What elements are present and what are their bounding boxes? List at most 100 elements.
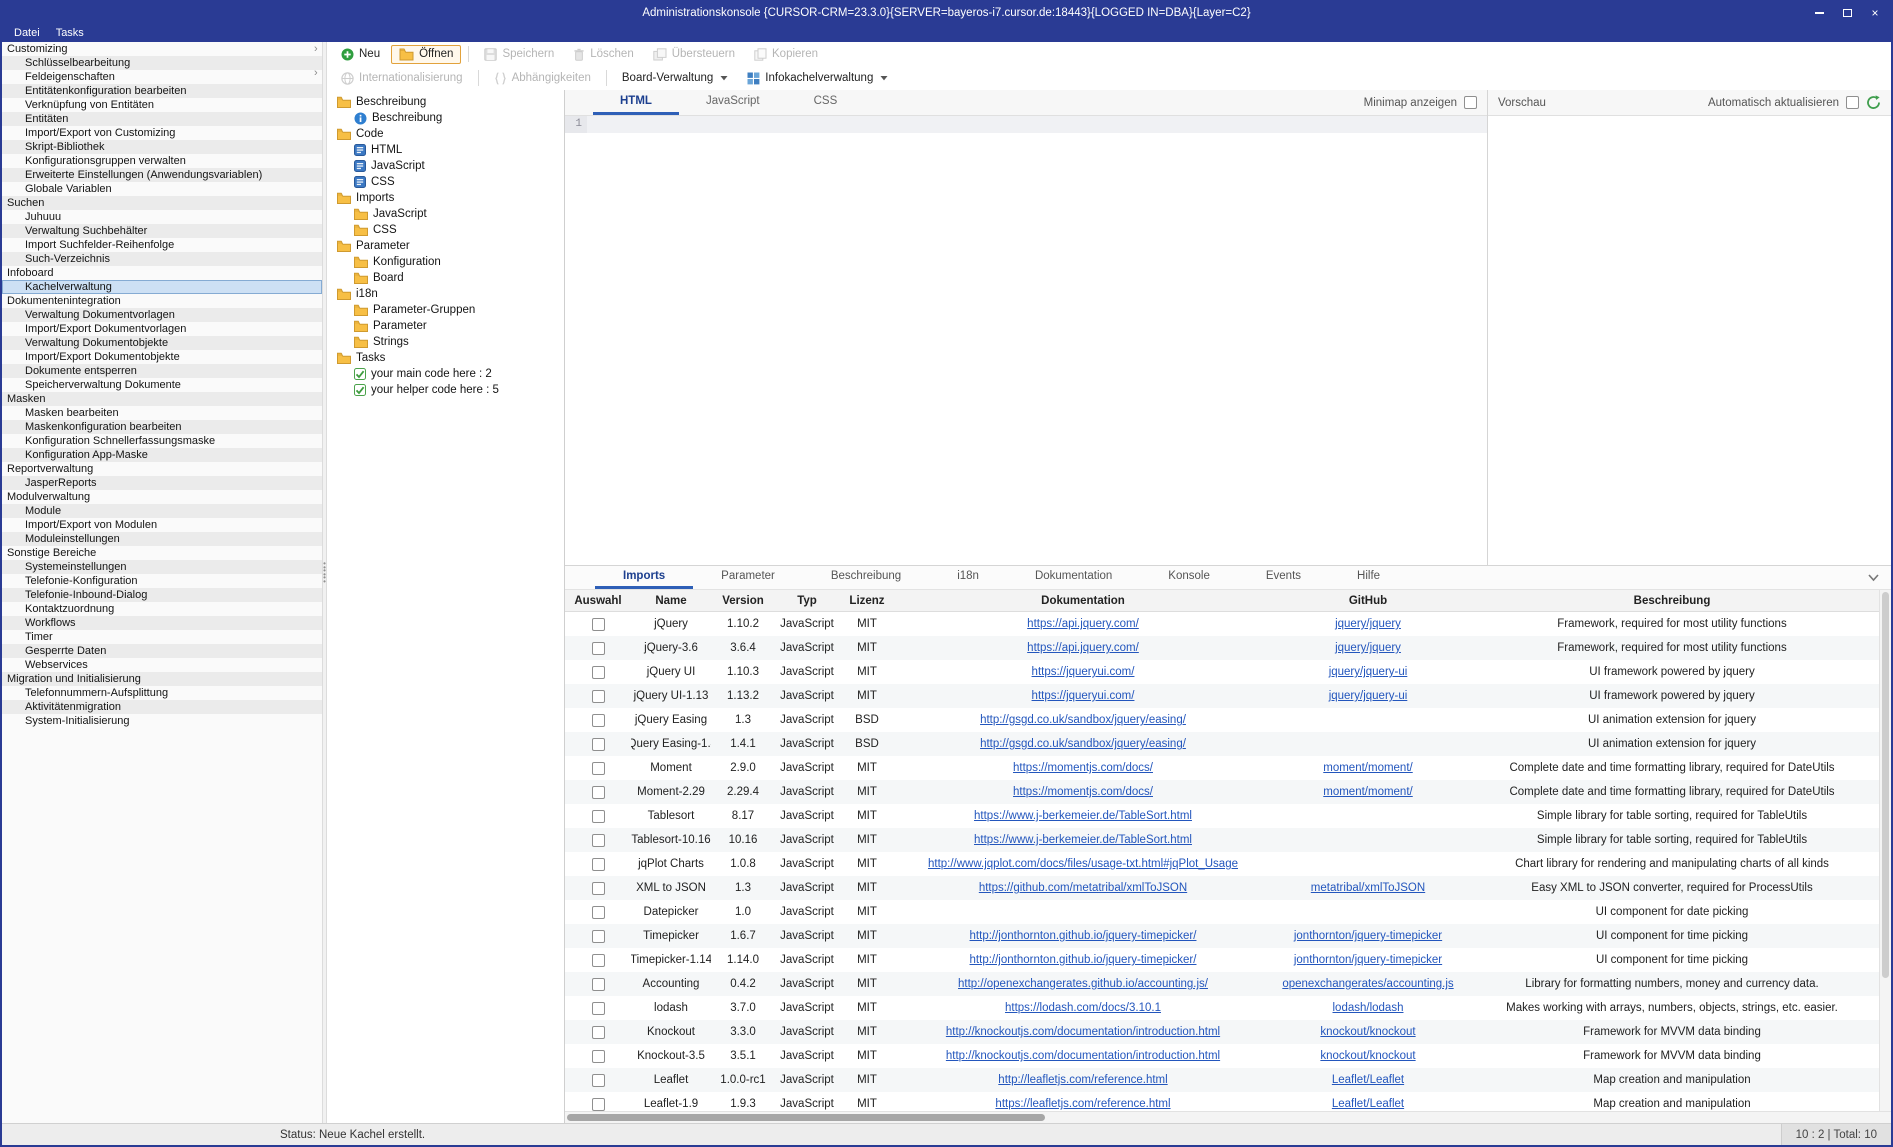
doc-link[interactable]: https://api.jquery.com/: [1027, 642, 1139, 654]
doc-link[interactable]: http://knockoutjs.com/documentation/intr…: [946, 1026, 1220, 1038]
sidebar-item-webservices[interactable]: Webservices: [2, 658, 322, 672]
column-header-dokumentation[interactable]: Dokumentation: [895, 590, 1271, 611]
refresh-icon[interactable]: [1866, 95, 1881, 110]
row-checkbox[interactable]: [592, 1002, 605, 1015]
tree-item-board[interactable]: Board: [327, 270, 564, 286]
tree-item-javascript[interactable]: JavaScript: [327, 158, 564, 174]
github-link[interactable]: knockout/knockout: [1320, 1050, 1415, 1062]
auto-refresh-checkbox[interactable]: [1846, 96, 1859, 109]
tree-item-your-helper-code-here-5[interactable]: your helper code here : 5: [327, 382, 564, 398]
sidebar-item-telefonie-konfiguration[interactable]: Telefonie-Konfiguration: [2, 574, 322, 588]
github-link[interactable]: jquery/jquery-ui: [1329, 690, 1408, 702]
row-checkbox[interactable]: [592, 954, 605, 967]
chevron-right-icon[interactable]: ›: [314, 44, 318, 55]
sidebar-item-feldeigenschaften[interactable]: Feldeigenschaften: [2, 70, 322, 84]
sidebar-item-moduleinstellungen[interactable]: Moduleinstellungen: [2, 532, 322, 546]
sidebar-item-import-export-von-customizing[interactable]: Import/Export von Customizing: [2, 126, 322, 140]
sidebar-item-import-export-dokumentvorlagen[interactable]: Import/Export Dokumentvorlagen: [2, 322, 322, 336]
doc-link[interactable]: https://jqueryui.com/: [1032, 690, 1135, 702]
tree-item-konfiguration[interactable]: Konfiguration: [327, 254, 564, 270]
tree-item-beschreibung[interactable]: Beschreibung: [327, 110, 564, 126]
table-horizontal-scrollbar[interactable]: [565, 1111, 1891, 1123]
editor-tab-css[interactable]: CSS: [787, 90, 865, 115]
chevron-down-icon[interactable]: [1868, 566, 1891, 589]
doc-link[interactable]: https://momentjs.com/docs/: [1013, 762, 1153, 774]
sidebar-item-juhuuu[interactable]: Juhuuu: [2, 210, 322, 224]
sidebar-section-masken[interactable]: Masken: [2, 392, 322, 406]
row-checkbox[interactable]: [592, 762, 605, 775]
sidebar-item-such-verzeichnis[interactable]: Such-Verzeichnis: [2, 252, 322, 266]
sidebar-item-verwaltung-dokumentobjekte[interactable]: Verwaltung Dokumentobjekte: [2, 336, 322, 350]
tree-item-css[interactable]: CSS: [327, 222, 564, 238]
github-link[interactable]: jquery/jquery: [1335, 642, 1401, 654]
table-row[interactable]: Timepicker-1.141.14.0JavaScriptMIThttp:/…: [565, 948, 1879, 972]
row-checkbox[interactable]: [592, 1098, 605, 1111]
sidebar-item-verwaltung-suchbeh-lter[interactable]: Verwaltung Suchbehälter: [2, 224, 322, 238]
table-vertical-scrollbar[interactable]: [1879, 590, 1891, 1111]
doc-link[interactable]: https://www.j-berkemeier.de/TableSort.ht…: [974, 834, 1192, 846]
doc-link[interactable]: http://jonthornton.github.io/jquery-time…: [970, 930, 1197, 942]
table-row[interactable]: jQuery1.10.2JavaScriptMIThttps://api.jqu…: [565, 612, 1879, 636]
toolbar-neu-button[interactable]: Neu: [333, 45, 388, 64]
chevron-right-icon[interactable]: ›: [314, 68, 318, 79]
maximize-button[interactable]: [1841, 7, 1853, 19]
sidebar-section-reportverwaltung[interactable]: Reportverwaltung: [2, 462, 322, 476]
row-checkbox[interactable]: [592, 738, 605, 751]
bottom-tab-hilfe[interactable]: Hilfe: [1329, 566, 1408, 589]
column-header-beschreibung[interactable]: Beschreibung: [1465, 590, 1879, 611]
sidebar-item-telefonnummern-aufsplittung[interactable]: Telefonnummern-Aufsplittung: [2, 686, 322, 700]
table-row[interactable]: Knockout3.3.0JavaScriptMIThttp://knockou…: [565, 1020, 1879, 1044]
toolbar-board-verwaltung-button[interactable]: Board-Verwaltung: [614, 69, 736, 87]
bottom-tab-konsole[interactable]: Konsole: [1140, 566, 1238, 589]
sidebar-item-telefonie-inbound-dialog[interactable]: Telefonie-Inbound-Dialog: [2, 588, 322, 602]
tree-item-css[interactable]: CSS: [327, 174, 564, 190]
table-row[interactable]: jQuery Easing-1.41.4.1JavaScriptBSDhttp:…: [565, 732, 1879, 756]
table-row[interactable]: Leaflet-1.91.9.3JavaScriptMIThttps://lea…: [565, 1092, 1879, 1111]
sidebar-item-skript-bibliothek[interactable]: Skript-Bibliothek: [2, 140, 322, 154]
sidebar-item-workflows[interactable]: Workflows: [2, 616, 322, 630]
doc-link[interactable]: https://github.com/metatribal/xmlToJSON: [979, 882, 1187, 894]
tree-item-tasks[interactable]: Tasks: [327, 350, 564, 366]
github-link[interactable]: jquery/jquery: [1335, 618, 1401, 630]
doc-link[interactable]: http://gsgd.co.uk/sandbox/jquery/easing/: [980, 738, 1186, 750]
doc-link[interactable]: https://leafletjs.com/reference.html: [995, 1098, 1170, 1110]
row-checkbox[interactable]: [592, 978, 605, 991]
doc-link[interactable]: http://jonthornton.github.io/jquery-time…: [970, 954, 1197, 966]
bottom-tab-dokumentation[interactable]: Dokumentation: [1007, 566, 1140, 589]
sidebar-item-verwaltung-dokumentvorlagen[interactable]: Verwaltung Dokumentvorlagen: [2, 308, 322, 322]
github-link[interactable]: openexchangerates/accounting.js: [1282, 978, 1453, 990]
sidebar-item-kontaktzuordnung[interactable]: Kontaktzuordnung: [2, 602, 322, 616]
bottom-tab-events[interactable]: Events: [1238, 566, 1329, 589]
sidebar-item-konfiguration-schnellerfassungsmaske[interactable]: Konfiguration Schnellerfassungsmaske: [2, 434, 322, 448]
sidebar-item-system-initialisierung[interactable]: System-Initialisierung: [2, 714, 322, 728]
row-checkbox[interactable]: [592, 1050, 605, 1063]
menu-item-tasks[interactable]: Tasks: [48, 27, 92, 39]
toolbar-infokachelverwaltung-button[interactable]: Infokachelverwaltung: [739, 69, 896, 88]
tree-item-code[interactable]: Code: [327, 126, 564, 142]
tree-item-imports[interactable]: Imports: [327, 190, 564, 206]
sidebar-item-dokumente-entsperren[interactable]: Dokumente entsperren: [2, 364, 322, 378]
doc-link[interactable]: https://lodash.com/docs/3.10.1: [1005, 1002, 1161, 1014]
column-header-typ[interactable]: Typ: [775, 590, 839, 611]
splitter-grip[interactable]: ••••••: [323, 562, 326, 583]
table-row[interactable]: jQuery UI1.10.3JavaScriptMIThttps://jque…: [565, 660, 1879, 684]
tree-item-parameter-gruppen[interactable]: Parameter-Gruppen: [327, 302, 564, 318]
sidebar-item-systemeinstellungen[interactable]: Systemeinstellungen: [2, 560, 322, 574]
github-link[interactable]: jonthornton/jquery-timepicker: [1294, 954, 1442, 966]
row-checkbox[interactable]: [592, 1074, 605, 1087]
table-row[interactable]: Tablesort-10.1610.16JavaScriptMIThttps:/…: [565, 828, 1879, 852]
tree-item-html[interactable]: HTML: [327, 142, 564, 158]
sidebar-item-masken-bearbeiten[interactable]: Masken bearbeiten: [2, 406, 322, 420]
github-link[interactable]: moment/moment/: [1323, 786, 1412, 798]
column-header-github[interactable]: GitHub: [1271, 590, 1465, 611]
table-row[interactable]: Accounting0.4.2JavaScriptMIThttp://opene…: [565, 972, 1879, 996]
row-checkbox[interactable]: [592, 618, 605, 631]
tree-item-javascript[interactable]: JavaScript: [327, 206, 564, 222]
column-header-name[interactable]: Name: [631, 590, 711, 611]
doc-link[interactable]: http://knockoutjs.com/documentation/intr…: [946, 1050, 1220, 1062]
doc-link[interactable]: http://leafletjs.com/reference.html: [998, 1074, 1167, 1086]
row-checkbox[interactable]: [592, 858, 605, 871]
table-row[interactable]: Moment2.9.0JavaScriptMIThttps://momentjs…: [565, 756, 1879, 780]
github-link[interactable]: jonthornton/jquery-timepicker: [1294, 930, 1442, 942]
editor-tab-html[interactable]: HTML: [593, 90, 679, 115]
